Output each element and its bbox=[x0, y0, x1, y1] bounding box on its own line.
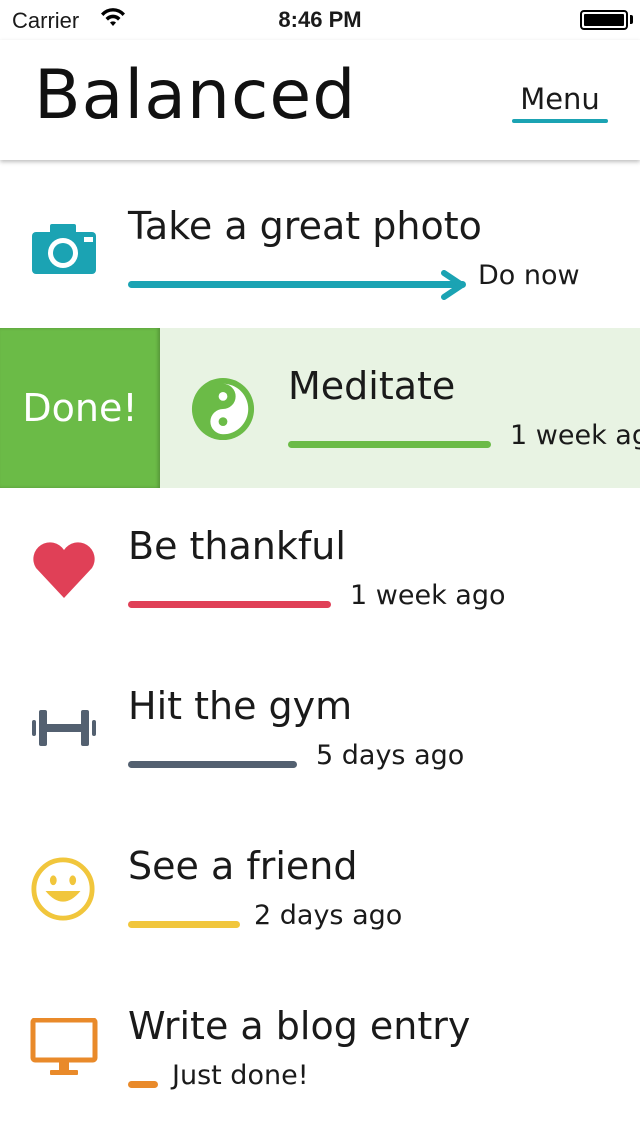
list-item-content[interactable]: See a friend 2 days ago bbox=[0, 808, 640, 968]
progress-bar bbox=[288, 441, 491, 448]
item-title: Be thankful bbox=[128, 524, 346, 568]
item-title: Meditate bbox=[288, 364, 456, 408]
list-item-content[interactable]: Be thankful 1 week ago bbox=[0, 488, 640, 648]
item-title: Hit the gym bbox=[128, 684, 353, 728]
list-item[interactable]: Hit the gym 5 days ago bbox=[0, 648, 640, 808]
item-title: See a friend bbox=[128, 844, 358, 888]
item-title: Take a great photo bbox=[128, 204, 482, 248]
progress-bar bbox=[128, 1081, 158, 1088]
monitor-icon bbox=[30, 1018, 98, 1075]
list-item[interactable]: Take a great photo Do now bbox=[0, 168, 640, 328]
item-status: Just done! bbox=[172, 1060, 309, 1091]
menu-button[interactable]: Menu bbox=[512, 82, 608, 124]
nav-bar: Balanced Menu bbox=[0, 40, 640, 160]
app-title: Balanced bbox=[34, 56, 357, 135]
list-item-content[interactable]: Hit the gym 5 days ago bbox=[0, 648, 640, 808]
progress-bar bbox=[128, 281, 466, 288]
menu-underline bbox=[512, 119, 608, 123]
battery-tip bbox=[630, 15, 633, 24]
list-item[interactable]: Write a blog entry Just done! bbox=[0, 968, 640, 1128]
item-status: 5 days ago bbox=[316, 740, 465, 771]
status-bar: Carrier 8:46 PM bbox=[0, 0, 640, 40]
list-item-content[interactable]: Meditate 1 week ago bbox=[160, 328, 640, 488]
item-title: Write a blog entry bbox=[128, 1004, 471, 1048]
item-status: 1 week ago bbox=[350, 580, 506, 611]
list-item-content[interactable]: Write a blog entry Just done! bbox=[0, 968, 640, 1128]
status-time: 8:46 PM bbox=[278, 7, 362, 32]
camera-icon bbox=[32, 224, 96, 274]
done-button[interactable]: Done! bbox=[0, 328, 160, 488]
list-item-content[interactable]: Take a great photo Do now bbox=[0, 168, 640, 328]
list-item[interactable]: Be thankful 1 week ago bbox=[0, 488, 640, 648]
list-item[interactable]: Done! Meditate 1 week ago bbox=[0, 328, 640, 488]
item-status: Do now bbox=[478, 260, 580, 291]
item-status: 2 days ago bbox=[254, 900, 403, 931]
progress-bar bbox=[128, 761, 297, 768]
item-status: 1 week ago bbox=[510, 420, 640, 451]
arrow-right-icon bbox=[441, 270, 465, 300]
yin-yang-icon bbox=[191, 377, 255, 441]
list-item[interactable]: See a friend 2 days ago bbox=[0, 808, 640, 968]
battery-icon bbox=[580, 10, 628, 30]
progress-bar bbox=[128, 921, 240, 928]
heart-icon bbox=[33, 542, 95, 598]
progress-bar bbox=[128, 601, 331, 608]
smiley-icon bbox=[31, 857, 95, 921]
dumbbell-icon bbox=[32, 710, 96, 746]
